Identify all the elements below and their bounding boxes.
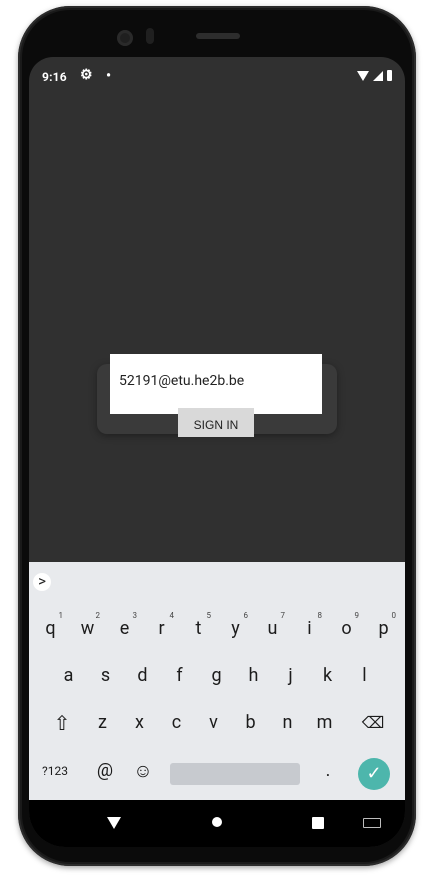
soft-keyboard: > q1 w2 e3 r4 t5 y6 u7 i8 o9 p0 a s d f …	[29, 562, 405, 800]
recents-icon[interactable]	[312, 817, 324, 829]
key-v[interactable]: v	[196, 702, 231, 744]
key-e[interactable]: e3	[107, 608, 142, 650]
screen: 9:16 ⚙ • 52191@etu.he2b.be SIGN IN > q1 …	[29, 57, 405, 847]
status-icons	[357, 70, 392, 81]
numbers-symbols-key[interactable]: ?123	[37, 750, 73, 792]
key-a[interactable]: a	[51, 655, 86, 697]
key-period[interactable]: .	[314, 750, 342, 792]
sign-in-button[interactable]: SIGN IN	[178, 408, 254, 437]
key-h[interactable]: h	[236, 655, 271, 697]
enter-check-icon[interactable]: ✓	[358, 758, 390, 790]
key-f[interactable]: f	[162, 655, 197, 697]
suggestion-toggle-icon[interactable]: >	[33, 573, 51, 591]
navigation-bar	[29, 800, 405, 847]
key-l[interactable]: l	[347, 655, 382, 697]
key-j[interactable]: j	[273, 655, 308, 697]
keyboard-switch-icon[interactable]	[363, 818, 381, 828]
status-bar: 9:16 ⚙ •	[29, 57, 405, 95]
key-c[interactable]: c	[159, 702, 194, 744]
key-d[interactable]: d	[125, 655, 160, 697]
sensor-icon	[146, 28, 154, 44]
battery-icon	[387, 70, 392, 81]
space-bar[interactable]	[170, 763, 300, 785]
key-i[interactable]: i8	[292, 608, 327, 650]
emoji-icon[interactable]: ☺	[125, 750, 161, 792]
key-w[interactable]: w2	[70, 608, 105, 650]
key-at[interactable]: @	[87, 750, 123, 792]
key-k[interactable]: k	[310, 655, 345, 697]
gear-icon: ⚙	[80, 67, 93, 83]
keyboard-row-2: a s d f g h j k l	[29, 655, 405, 697]
key-g[interactable]: g	[199, 655, 234, 697]
backspace-icon[interactable]: ⌫	[355, 702, 391, 744]
key-s[interactable]: s	[88, 655, 123, 697]
key-z[interactable]: z	[85, 702, 120, 744]
keyboard-row-1: q1 w2 e3 r4 t5 y6 u7 i8 o9 p0	[29, 608, 405, 650]
key-o[interactable]: o9	[329, 608, 364, 650]
key-b[interactable]: b	[233, 702, 268, 744]
key-p[interactable]: p0	[366, 608, 401, 650]
speaker-grill	[196, 33, 240, 39]
key-r[interactable]: r4	[144, 608, 179, 650]
key-y[interactable]: y6	[218, 608, 253, 650]
wifi-icon	[357, 70, 369, 81]
shift-icon[interactable]: ⇧	[44, 702, 80, 744]
key-n[interactable]: n	[270, 702, 305, 744]
key-m[interactable]: m	[307, 702, 342, 744]
front-camera-icon	[117, 30, 133, 46]
notification-dot-icon: •	[106, 68, 112, 84]
back-icon[interactable]	[107, 817, 121, 829]
key-u[interactable]: u7	[255, 608, 290, 650]
keyboard-row-3: ⇧ z x c v b n m ⌫	[29, 702, 405, 744]
status-time: 9:16	[42, 70, 67, 84]
key-t[interactable]: t5	[181, 608, 216, 650]
signal-icon	[373, 70, 383, 81]
keyboard-row-4: ?123 @ ☺ . ✓	[29, 750, 405, 792]
email-field[interactable]: 52191@etu.he2b.be	[110, 354, 322, 414]
home-icon[interactable]	[212, 817, 222, 827]
key-q[interactable]: q1	[33, 608, 68, 650]
key-x[interactable]: x	[122, 702, 157, 744]
